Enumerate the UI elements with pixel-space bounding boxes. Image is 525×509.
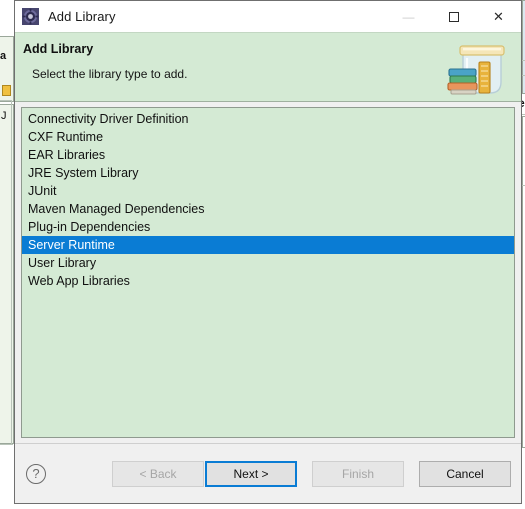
window-controls: — ✕ [386,1,521,32]
library-gear-icon [22,8,39,25]
list-item[interactable]: JUnit [22,182,514,200]
library-list-container: Connectivity Driver Definition CXF Runti… [15,102,521,443]
list-item[interactable]: EAR Libraries [22,146,514,164]
background-text-fragment-j: J [1,110,7,122]
list-item[interactable]: Plug-in Dependencies [22,218,514,236]
next-button[interactable]: Next > [205,460,297,487]
list-item[interactable]: CXF Runtime [22,128,514,146]
cancel-button[interactable]: Cancel [419,460,511,487]
background-text-fragment-a: a [0,50,7,62]
list-item[interactable]: Connectivity Driver Definition [22,110,514,128]
minimize-icon: — [402,9,415,24]
dialog-title-label: Add Library [48,9,116,24]
dialog-header-banner: Add Library Select the library type to a… [15,32,521,102]
list-item[interactable]: User Library [22,254,514,272]
wizard-button-group: < Back Next > Finish Cancel [112,460,511,487]
minimize-button[interactable]: — [386,1,431,32]
dialog-title-bar[interactable]: Add Library — ✕ [15,1,521,32]
background-divider-3 [11,100,12,444]
list-item[interactable]: Maven Managed Dependencies [22,200,514,218]
add-library-dialog: Add Library — ✕ Add Library Select the l… [14,0,522,504]
dialog-button-bar: ? < Back Next > Finish Cancel [15,443,521,503]
question-mark-icon[interactable]: ? [26,463,46,484]
close-icon: ✕ [493,9,504,24]
maximize-button[interactable] [431,1,476,32]
help-label: ? [32,466,40,481]
back-button[interactable]: < Back [112,460,204,487]
library-type-list[interactable]: Connectivity Driver Definition CXF Runti… [21,107,515,438]
jar-of-books-icon [441,36,513,102]
finish-button[interactable]: Finish [312,460,404,487]
list-item[interactable]: JRE System Library [22,164,514,182]
list-item[interactable]: Web App Libraries [22,272,514,290]
background-divider-2 [0,444,13,445]
maximize-icon [448,11,459,22]
background-folder-icon [2,85,11,96]
close-button[interactable]: ✕ [476,1,521,32]
list-item-selected[interactable]: Server Runtime [22,236,514,254]
